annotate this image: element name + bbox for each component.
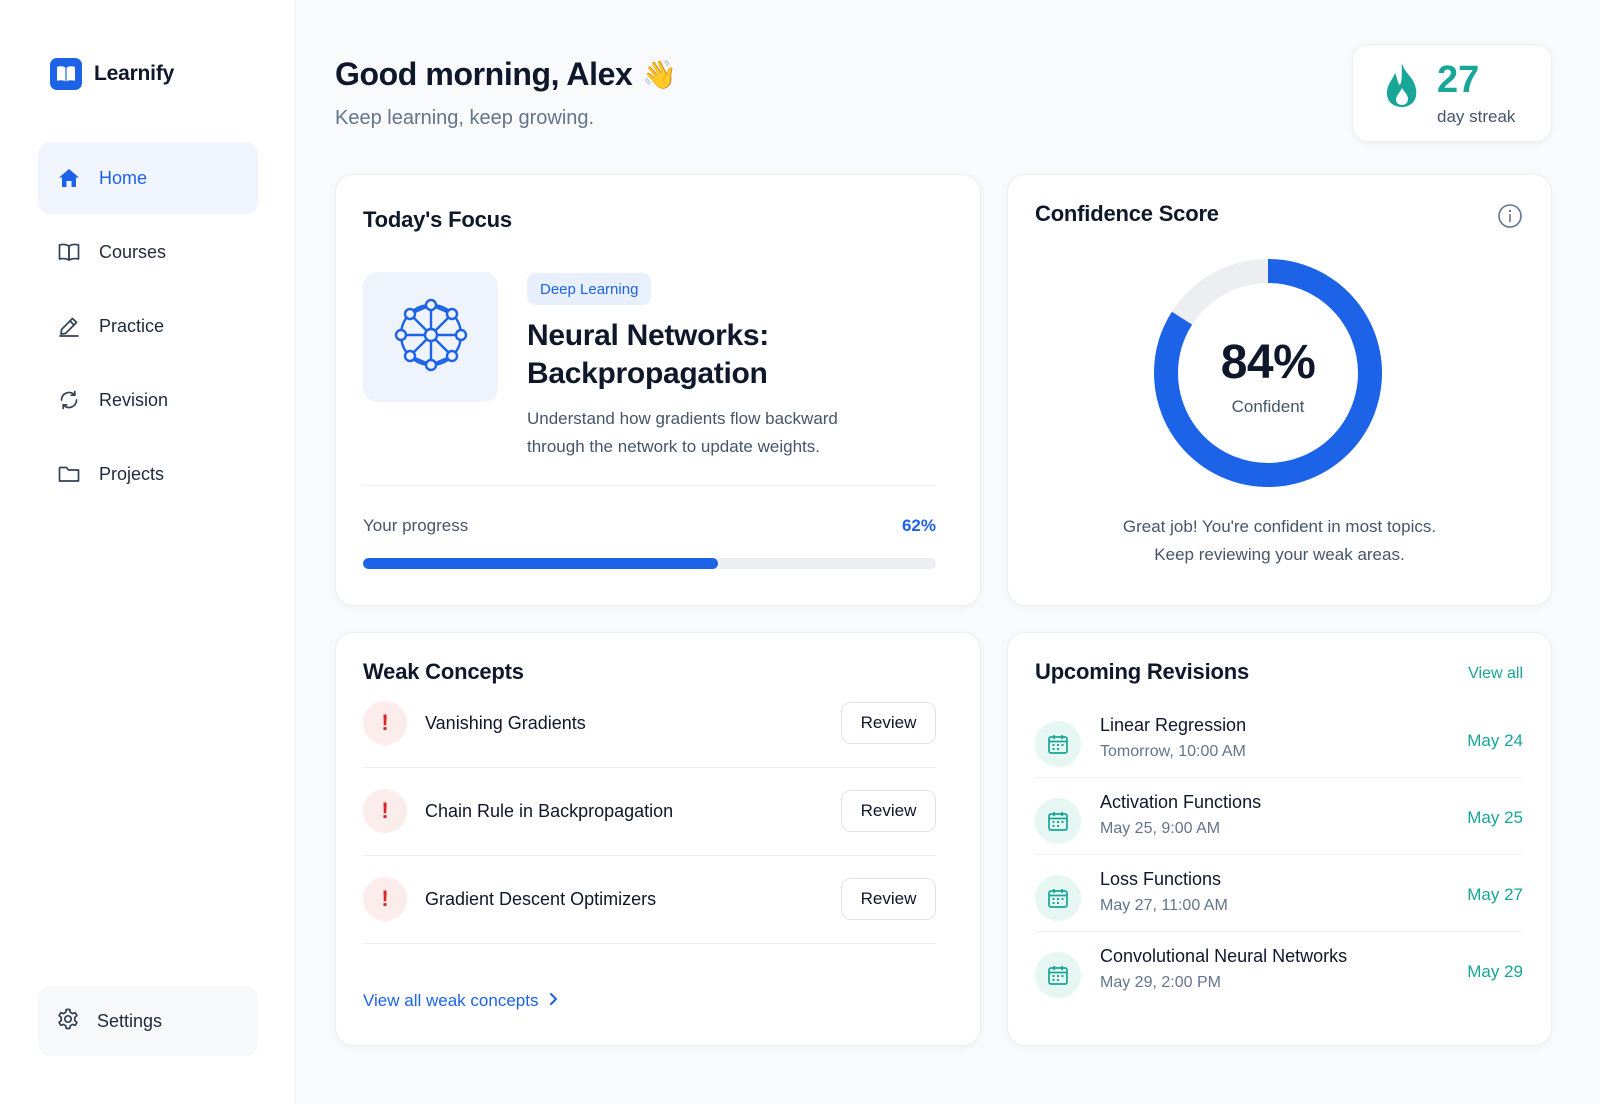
revision-date: May 24 xyxy=(1467,731,1523,750)
revision-time: May 29, 2:00 PM xyxy=(1100,974,1221,991)
list-item[interactable]: Activation Functions May 25, 9:00 AM May… xyxy=(1035,790,1523,868)
home-icon xyxy=(56,165,82,191)
neural-network-icon xyxy=(389,293,473,382)
confidence-message: Great job! You're confident in most topi… xyxy=(1008,513,1551,569)
revision-time: May 25, 9:00 AM xyxy=(1100,820,1221,837)
confidence-label: Confident xyxy=(1231,397,1305,416)
progress-bar xyxy=(363,558,936,569)
sidebar-item-label: Courses xyxy=(99,241,167,262)
settings-label: Settings xyxy=(97,1010,163,1031)
confidence-message-line: Keep reviewing your weak areas. xyxy=(1154,545,1405,564)
concept-name: Vanishing Gradients xyxy=(425,712,586,733)
concept-name: Chain Rule in Backpropagation xyxy=(425,800,674,821)
sidebar-nav: Home Courses Practice Revision Projects xyxy=(38,142,258,512)
page-header: Good morning, Alex 👋 Keep learning, keep… xyxy=(335,56,677,130)
sidebar-item-settings[interactable]: Settings xyxy=(38,986,258,1056)
list-item[interactable]: Linear Regression Tomorrow, 10:00 AM May… xyxy=(1035,713,1523,791)
flame-icon xyxy=(1383,61,1421,114)
divider xyxy=(363,485,936,486)
divider xyxy=(363,943,936,944)
lesson-thumbnail[interactable] xyxy=(363,272,498,402)
brand[interactable]: Learnify xyxy=(50,58,174,90)
lesson-description: Understand how gradients flow backward t… xyxy=(527,409,838,456)
book-logo-icon xyxy=(50,58,82,90)
sidebar: Learnify Home Courses Practice Revision xyxy=(0,0,296,1104)
list-item: ! Vanishing Gradients Review xyxy=(363,678,936,768)
lesson-title[interactable]: Neural Networks: Backpropagation xyxy=(527,317,907,393)
confidence-value: 84% xyxy=(1220,336,1316,389)
card-title: Confidence Score xyxy=(1035,201,1219,226)
calendar-icon xyxy=(1035,721,1081,767)
revision-date: May 29 xyxy=(1467,962,1523,981)
sidebar-item-label: Revision xyxy=(99,389,169,410)
review-button[interactable]: Review xyxy=(841,878,936,920)
revision-date: May 25 xyxy=(1467,808,1523,827)
confidence-donut-chart: 84% Confident xyxy=(1152,257,1384,489)
sidebar-item-label: Practice xyxy=(99,315,165,336)
revision-title: Linear Regression xyxy=(1100,715,1247,735)
upcoming-revisions-card: Upcoming Revisions View all Linear Regre… xyxy=(1007,632,1552,1046)
revision-title: Convolutional Neural Networks xyxy=(1100,946,1348,966)
view-all-weak-concepts-link[interactable]: View all weak concepts xyxy=(363,991,558,1011)
confidence-message-line: Great job! You're confident in most topi… xyxy=(1122,517,1437,536)
card-title: Today's Focus xyxy=(363,207,512,232)
review-button[interactable]: Review xyxy=(841,702,936,744)
pencil-icon xyxy=(56,313,82,339)
progress-percentage: 62% xyxy=(901,516,936,535)
folder-icon xyxy=(56,461,82,487)
category-tag[interactable]: Deep Learning xyxy=(527,273,652,305)
sidebar-item-projects[interactable]: Projects xyxy=(38,438,258,510)
revision-date: May 27 xyxy=(1467,885,1523,904)
list-item: ! Gradient Descent Optimizers Review xyxy=(363,854,936,944)
streak-card: 27 day streak xyxy=(1352,44,1552,142)
concept-name: Gradient Descent Optimizers xyxy=(425,888,657,909)
greeting-text: Good morning, Alex xyxy=(335,56,633,92)
sidebar-item-label: Projects xyxy=(99,463,165,484)
page-subtitle: Keep learning, keep growing. xyxy=(335,107,595,129)
alert-icon: ! xyxy=(363,701,407,745)
streak-count: 27 xyxy=(1437,59,1480,101)
list-item: ! Chain Rule in Backpropagation Review xyxy=(363,766,936,856)
alert-icon: ! xyxy=(363,789,407,833)
divider xyxy=(1035,854,1523,855)
card-title: Upcoming Revisions xyxy=(1035,659,1249,684)
sidebar-item-courses[interactable]: Courses xyxy=(38,216,258,288)
link-label: View all weak concepts xyxy=(363,991,539,1010)
todays-focus-card: Today's Focus Deep Learning Neural Netwo… xyxy=(335,174,981,606)
revision-title: Activation Functions xyxy=(1100,792,1262,812)
revision-time: May 27, 11:00 AM xyxy=(1100,897,1228,914)
revision-time: Tomorrow, 10:00 AM xyxy=(1100,743,1246,760)
divider xyxy=(1035,777,1523,778)
brand-name: Learnify xyxy=(94,62,175,85)
revision-title: Loss Functions xyxy=(1100,869,1222,889)
page-title: Good morning, Alex 👋 xyxy=(335,56,677,93)
progress-label: Your progress xyxy=(363,516,469,535)
streak-label: day streak xyxy=(1437,107,1516,126)
calendar-icon xyxy=(1035,952,1081,998)
sidebar-item-revision[interactable]: Revision xyxy=(38,364,258,436)
book-icon xyxy=(56,239,82,265)
review-button[interactable]: Review xyxy=(841,790,936,832)
gear-icon xyxy=(56,1007,80,1036)
alert-icon: ! xyxy=(363,877,407,921)
confidence-score-card: Confidence Score 84% Confident Great job… xyxy=(1007,174,1552,606)
list-item[interactable]: Loss Functions May 27, 11:00 AM May 27 xyxy=(1035,867,1523,945)
sidebar-item-label: Home xyxy=(99,167,148,188)
progress-bar-fill xyxy=(363,558,719,569)
refresh-icon xyxy=(56,387,82,413)
view-all-link[interactable]: View all xyxy=(1468,665,1523,683)
weak-concepts-card: Weak Concepts ! Vanishing Gradients Revi… xyxy=(335,632,981,1046)
chevron-right-icon xyxy=(548,991,558,1011)
calendar-icon xyxy=(1035,875,1081,921)
info-icon[interactable] xyxy=(1497,203,1523,234)
waving-hand-emoji: 👋 xyxy=(642,59,677,90)
calendar-icon xyxy=(1035,798,1081,844)
sidebar-item-home[interactable]: Home xyxy=(38,142,258,214)
list-item[interactable]: Convolutional Neural Networks May 29, 2:… xyxy=(1035,944,1523,1022)
sidebar-item-practice[interactable]: Practice xyxy=(38,290,258,362)
divider xyxy=(1035,931,1523,932)
